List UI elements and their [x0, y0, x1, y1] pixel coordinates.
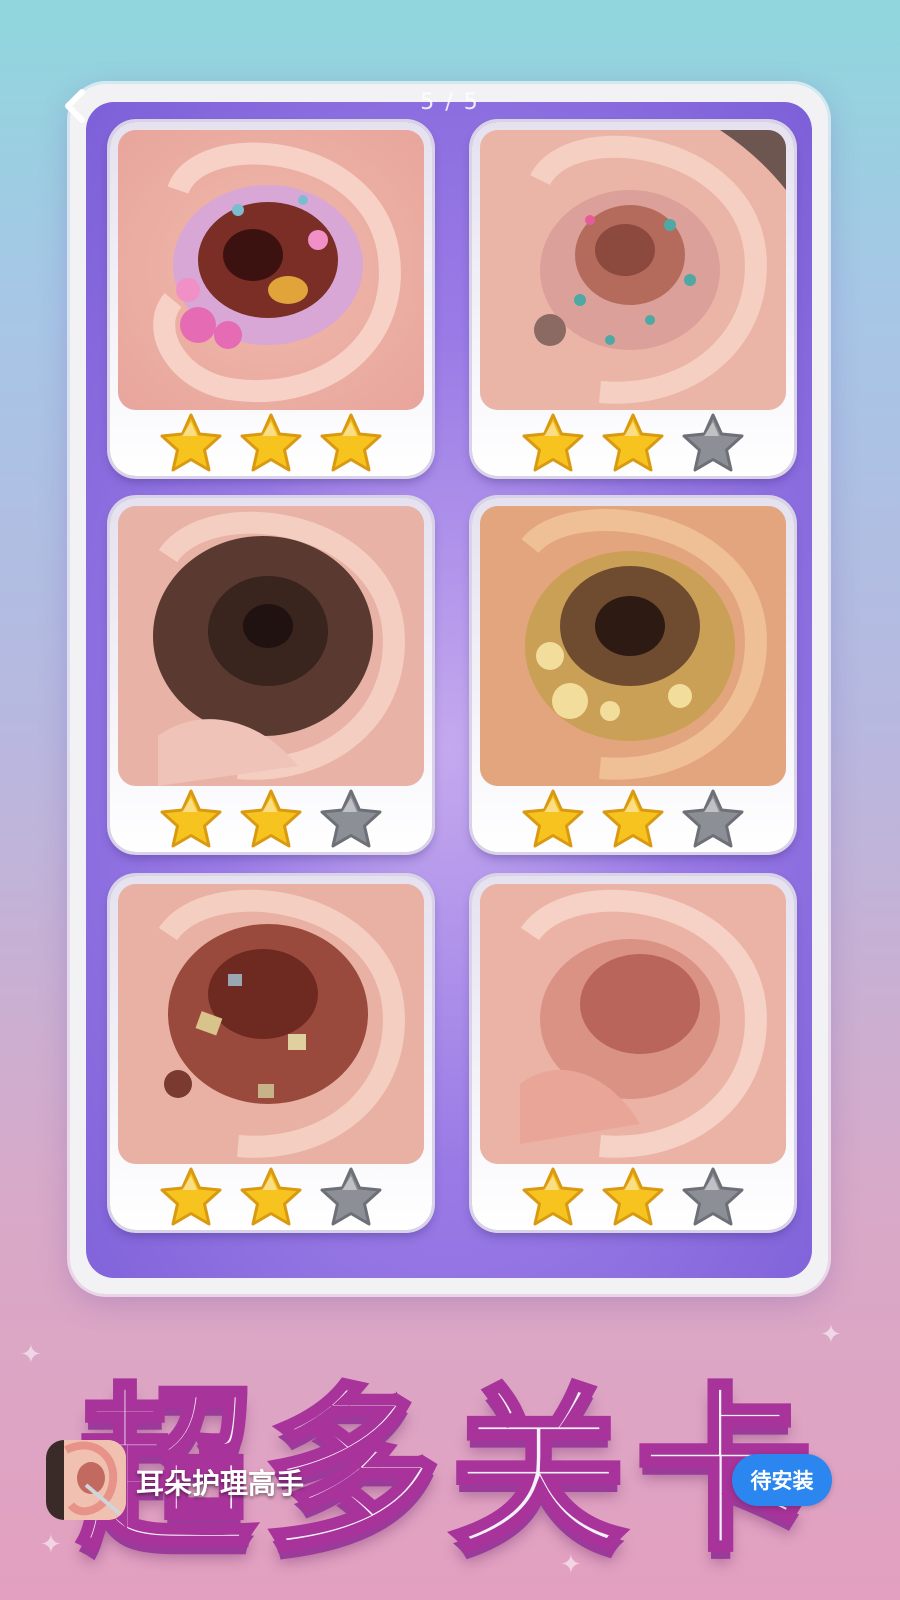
page-indicator: 5 / 5: [420, 90, 480, 115]
level-card-1[interactable]: [110, 122, 432, 476]
star-rating: [472, 1167, 794, 1226]
star-empty-icon: [320, 1167, 382, 1226]
install-button[interactable]: 待安装: [732, 1454, 832, 1506]
ear-image-6: [480, 884, 786, 1164]
star-empty-icon: [682, 1167, 744, 1226]
star-filled-icon: [240, 1167, 302, 1226]
ear-image-5: [118, 884, 424, 1164]
app-name: 耳朵护理高手: [136, 1467, 305, 1500]
star-empty-icon: [682, 413, 744, 472]
level-card-4[interactable]: [472, 498, 794, 852]
level-card-5[interactable]: [110, 876, 432, 1230]
star-filled-icon: [602, 1167, 664, 1226]
star-rating: [110, 1167, 432, 1226]
app-install-bar: 耳朵护理高手 待安装: [46, 1440, 846, 1524]
star-rating: [110, 789, 432, 848]
ear-image-3: [118, 506, 424, 786]
ear-image-1: [118, 130, 424, 410]
star-filled-icon: [160, 1167, 222, 1226]
star-rating: [110, 413, 432, 472]
star-filled-icon: [522, 789, 584, 848]
star-filled-icon: [602, 789, 664, 848]
star-filled-icon: [522, 413, 584, 472]
level-card-6[interactable]: [472, 876, 794, 1230]
star-filled-icon: [160, 413, 222, 472]
level-card-2[interactable]: [472, 122, 794, 476]
level-card-3[interactable]: [110, 498, 432, 852]
star-filled-icon: [602, 413, 664, 472]
star-filled-icon: [160, 789, 222, 848]
star-filled-icon: [240, 789, 302, 848]
star-empty-icon: [682, 789, 744, 848]
star-empty-icon: [320, 789, 382, 848]
app-icon[interactable]: [46, 1440, 126, 1520]
star-rating: [472, 413, 794, 472]
star-filled-icon: [522, 1167, 584, 1226]
ear-image-4: [480, 506, 786, 786]
star-filled-icon: [320, 413, 382, 472]
star-rating: [472, 789, 794, 848]
star-filled-icon: [240, 413, 302, 472]
ear-image-2: [480, 130, 786, 410]
